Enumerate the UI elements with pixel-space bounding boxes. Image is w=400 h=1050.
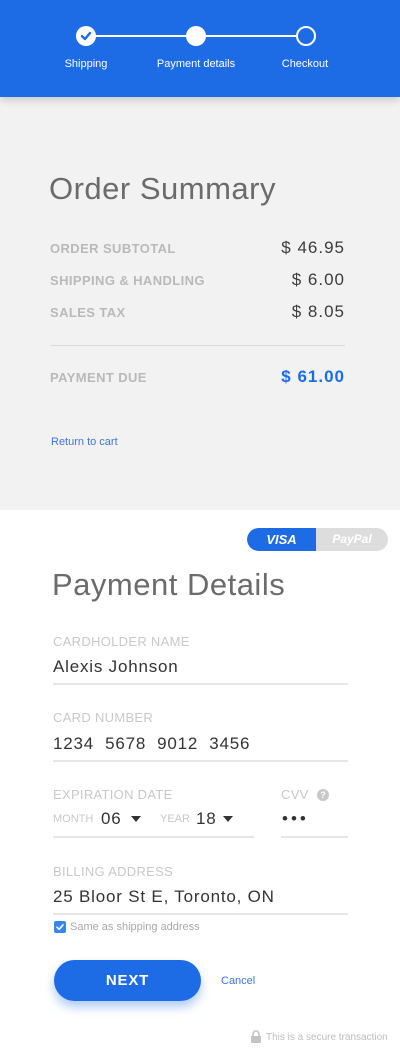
step-payment-dot[interactable]	[186, 26, 206, 46]
visa-option[interactable]: VISA	[247, 528, 316, 551]
secure-transaction-text: This is a secure transaction	[266, 1032, 388, 1043]
card-number-field[interactable]: 1234 5678 9012 3456	[53, 734, 250, 754]
summary-row-payment-due: PAYMENT DUE $ 61.00	[50, 367, 345, 387]
summary-row-subtotal: ORDER SUBTOTAL $ 46.95	[50, 238, 345, 258]
cancel-link[interactable]: Cancel	[221, 975, 255, 987]
cvv-field[interactable]: •••	[282, 809, 309, 829]
card-number-label: CARD NUMBER	[53, 710, 154, 725]
step-shipping-check-icon[interactable]	[76, 26, 96, 46]
checkmark-icon	[80, 31, 92, 41]
card-number-underline	[53, 760, 348, 762]
summary-label: ORDER SUBTOTAL	[50, 241, 176, 256]
same-as-shipping-label[interactable]: Same as shipping address	[70, 921, 200, 933]
lock-icon	[251, 1030, 261, 1043]
payment-due-value: $ 61.00	[281, 367, 345, 386]
cardholder-name-underline	[53, 683, 348, 685]
expiration-date-label: EXPIRATION DATE	[53, 787, 173, 802]
step-checkout-dot[interactable]	[296, 26, 316, 46]
chevron-down-icon[interactable]	[131, 816, 141, 822]
payment-method-toggle[interactable]: VISA PayPal	[247, 528, 388, 551]
month-select[interactable]: 06	[101, 809, 122, 829]
next-button[interactable]: NEXT	[54, 960, 201, 1001]
step-label-payment: Payment details	[156, 58, 236, 70]
checkmark-icon	[56, 924, 64, 931]
stepper-line-1	[96, 35, 186, 37]
billing-address-label: BILLING ADDRESS	[53, 864, 174, 879]
paypal-option[interactable]: PayPal	[316, 528, 388, 551]
return-to-cart-link[interactable]: Return to cart	[51, 436, 118, 448]
help-icon[interactable]: ?	[317, 789, 329, 801]
year-select[interactable]: 18	[196, 809, 217, 829]
checkout-stepper: Shipping Payment details Checkout	[0, 0, 400, 97]
billing-address-field[interactable]: 25 Bloor St E, Toronto, ON	[53, 887, 275, 907]
cvv-underline	[281, 836, 348, 838]
summary-row-shipping: SHIPPING & HANDLING $ 6.00	[50, 270, 345, 290]
cardholder-name-label: CARDHOLDER NAME	[53, 634, 190, 649]
cvv-label: CVV	[281, 787, 309, 802]
billing-address-underline	[53, 913, 348, 915]
summary-divider	[50, 345, 345, 346]
summary-value: $ 6.00	[291, 270, 345, 289]
summary-label: SHIPPING & HANDLING	[50, 273, 205, 288]
stepper-line-2	[206, 35, 296, 37]
summary-value: $ 46.95	[281, 238, 345, 257]
year-label: YEAR	[160, 813, 190, 825]
payment-details-panel: VISA PayPal Payment Details CARDHOLDER N…	[0, 510, 400, 1050]
payment-details-title: Payment Details	[52, 567, 286, 602]
expiration-underline	[53, 836, 254, 838]
same-as-shipping-checkbox[interactable]	[54, 921, 66, 933]
order-summary-title: Order Summary	[49, 171, 276, 206]
summary-label: SALES TAX	[50, 305, 126, 320]
step-label-shipping: Shipping	[64, 58, 108, 70]
summary-row-tax: SALES TAX $ 8.05	[50, 302, 345, 322]
order-summary-panel: Order Summary ORDER SUBTOTAL $ 46.95 SHI…	[0, 97, 400, 510]
chevron-down-icon[interactable]	[223, 816, 233, 822]
cardholder-name-field[interactable]: Alexis Johnson	[53, 657, 179, 677]
payment-due-label: PAYMENT DUE	[50, 370, 147, 385]
summary-value: $ 8.05	[291, 302, 345, 321]
month-label: MONTH	[53, 813, 94, 825]
step-label-checkout: Checkout	[281, 58, 329, 70]
